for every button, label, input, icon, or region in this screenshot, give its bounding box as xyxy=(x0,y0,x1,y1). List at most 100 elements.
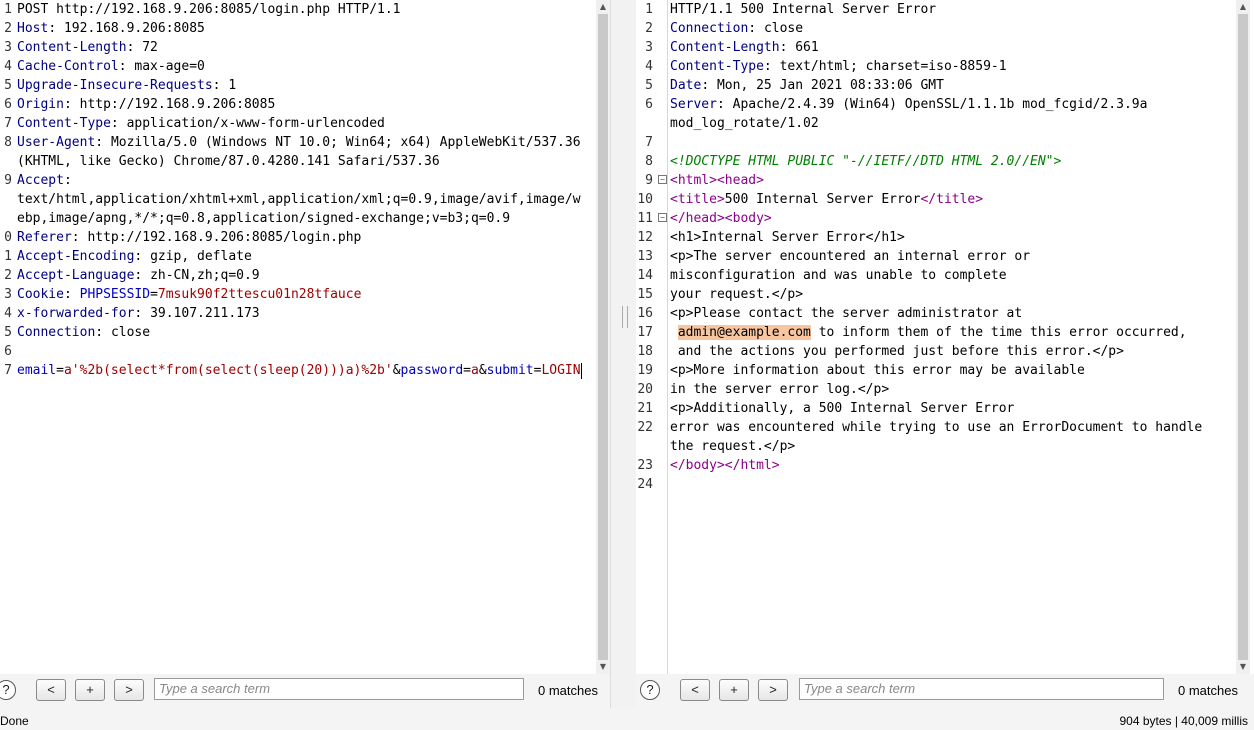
html-line: <p>The server encountered an internal er… xyxy=(670,249,1031,264)
response-search-bar: ? < + > Type a search term 0 matches xyxy=(636,674,1254,708)
header-line: Content-Length: 661 xyxy=(670,40,819,55)
header-line: Connection: close xyxy=(670,21,804,36)
header-line: Accept-Encoding: gzip, deflate xyxy=(17,249,252,264)
search-input[interactable]: Type a search term xyxy=(799,678,1164,700)
header-continuation: ebp,image/apng,*/*;q=0.8,application/sig… xyxy=(17,211,511,226)
search-next-button[interactable]: > xyxy=(758,679,788,701)
header-line: Content-Length: 72 xyxy=(17,40,158,55)
html-line: <p>More information about this error may… xyxy=(670,363,1085,378)
header-line: Referer: http://192.168.9.206:8085/login… xyxy=(17,230,362,245)
line-number: 7 xyxy=(645,135,653,150)
line-number: 16 xyxy=(637,306,653,321)
line-number: 4 xyxy=(4,59,12,74)
line-number: 2 xyxy=(4,21,12,36)
line-number: 1 xyxy=(4,249,12,264)
html-line: admin@example.com to inform them of the … xyxy=(677,325,1187,340)
header-line: Content-Type: text/html; charset=iso-885… xyxy=(670,59,1007,74)
html-line: your request.</p> xyxy=(670,287,804,302)
header-line: Origin: http://192.168.9.206:8085 xyxy=(17,97,276,112)
header-line: x-forwarded-for: 39.107.211.173 xyxy=(17,306,260,321)
html-line: in the server error log.</p> xyxy=(670,382,890,397)
request-scrollbar[interactable]: ▲ ▼ xyxy=(596,0,610,674)
scroll-down-icon[interactable]: ▼ xyxy=(1236,660,1250,674)
line-number: 21 xyxy=(637,401,653,416)
line-number: 14 xyxy=(637,268,653,283)
line-number: 7 xyxy=(4,116,12,131)
highlighted-email: admin@example.com xyxy=(677,325,811,340)
html-line: <title>500 Internal Server Error</title> xyxy=(670,192,984,207)
line-number: 24 xyxy=(637,477,653,492)
html-line: </head><body> xyxy=(670,211,772,226)
scroll-down-icon[interactable]: ▼ xyxy=(596,660,610,674)
search-add-button[interactable]: + xyxy=(719,679,749,701)
response-line-gutter: 1 2 3 4 5 6 7 8 9 10 11 12 13 14 15 16 1… xyxy=(636,0,668,674)
html-line: </body></html> xyxy=(670,458,780,473)
line-number: 2 xyxy=(645,21,653,36)
fold-toggle-icon[interactable]: − xyxy=(658,175,667,184)
doctype-line: <!DOCTYPE HTML PUBLIC "-//IETF//DTD HTML… xyxy=(670,154,1062,169)
search-input[interactable]: Type a search term xyxy=(154,678,524,700)
search-prev-button[interactable]: < xyxy=(36,679,66,701)
header-continuation: (KHTML, like Gecko) Chrome/87.0.4280.141… xyxy=(17,154,440,169)
request-search-bar: ? < + > Type a search term 0 matches xyxy=(0,674,610,708)
header-line: User-Agent: Mozilla/5.0 (Windows NT 10.0… xyxy=(17,135,581,150)
html-line: <html><head> xyxy=(670,173,764,188)
scroll-up-icon[interactable]: ▲ xyxy=(1236,0,1250,14)
request-editor[interactable]: 1 2 3 4 5 6 7 8 9 0 1 2 3 4 5 6 7 POST h… xyxy=(0,0,596,674)
search-prev-button[interactable]: < xyxy=(680,679,710,701)
line-number: 3 xyxy=(4,287,12,302)
line-number: 9 xyxy=(4,173,12,188)
request-line: POST http://192.168.9.206:8085/login.php… xyxy=(17,2,401,17)
status-bar: Done 904 bytes | 40,009 millis xyxy=(0,708,1254,730)
header-line: Accept: xyxy=(17,173,72,188)
pane-splitter[interactable] xyxy=(610,0,638,730)
scroll-up-icon[interactable]: ▲ xyxy=(596,0,610,14)
search-next-button[interactable]: > xyxy=(114,679,144,701)
line-number: 13 xyxy=(637,249,653,264)
response-scrollbar[interactable]: ▲ ▼ xyxy=(1236,0,1250,674)
header-continuation: text/html,application/xhtml+xml,applicat… xyxy=(17,192,581,207)
header-line: Accept-Language: zh-CN,zh;q=0.9 xyxy=(17,268,260,283)
scroll-thumb[interactable] xyxy=(1238,14,1248,660)
html-line: misconfiguration and was unable to compl… xyxy=(670,268,1007,283)
scroll-thumb[interactable] xyxy=(598,14,608,660)
line-number: 8 xyxy=(645,154,653,169)
help-icon[interactable]: ? xyxy=(640,680,660,700)
request-body[interactable]: email=a'%2b(select*from(select(sleep(20)… xyxy=(17,361,582,380)
fold-toggle-icon[interactable]: − xyxy=(658,213,667,222)
search-add-button[interactable]: + xyxy=(75,679,105,701)
line-number: 7 xyxy=(4,363,12,378)
line-number: 3 xyxy=(645,40,653,55)
line-number: 12 xyxy=(637,230,653,245)
line-number: 22 xyxy=(637,420,653,435)
html-line: <h1>Internal Server Error</h1> xyxy=(670,230,905,245)
status-line: HTTP/1.1 500 Internal Server Error xyxy=(670,2,937,17)
cookie-line: Cookie: PHPSESSID=7msuk90f2ttescu01n28tf… xyxy=(17,287,362,302)
html-line: and the actions you performed just befor… xyxy=(670,344,1124,359)
line-number: 5 xyxy=(645,78,653,93)
line-number: 3 xyxy=(4,40,12,55)
line-number: 15 xyxy=(637,287,653,302)
line-number: 6 xyxy=(645,97,653,112)
line-number: 8 xyxy=(4,135,12,150)
line-number: 23 xyxy=(637,458,653,473)
status-text: Done xyxy=(0,714,29,728)
line-number: 20 xyxy=(637,382,653,397)
match-count: 0 matches xyxy=(1178,683,1238,698)
line-number: 6 xyxy=(4,344,12,359)
line-number: 4 xyxy=(4,306,12,321)
line-number: 9 xyxy=(645,173,653,188)
line-number: 17 xyxy=(637,325,653,340)
html-line: <p>Additionally, a 500 Internal Server E… xyxy=(670,401,1015,416)
response-viewer[interactable]: 1 2 3 4 5 6 7 8 9 10 11 12 13 14 15 16 1… xyxy=(636,0,1236,674)
line-number: 19 xyxy=(637,363,653,378)
header-line: Cache-Control: max-age=0 xyxy=(17,59,205,74)
text-caret xyxy=(580,362,582,379)
line-number: 0 xyxy=(4,230,12,245)
header-line: Host: 192.168.9.206:8085 xyxy=(17,21,205,36)
header-line: Upgrade-Insecure-Requests: 1 xyxy=(17,78,237,93)
line-number: 5 xyxy=(4,325,12,340)
line-number: 11 xyxy=(637,211,653,226)
help-icon[interactable]: ? xyxy=(0,680,16,700)
splitter-grip-icon[interactable] xyxy=(622,306,628,328)
